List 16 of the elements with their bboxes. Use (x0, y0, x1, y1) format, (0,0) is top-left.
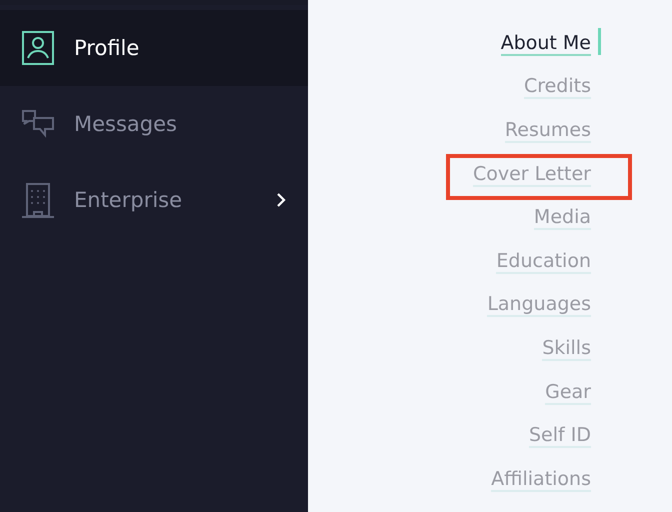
section-link[interactable]: Skills (542, 336, 591, 361)
section-link[interactable]: Self ID (529, 424, 591, 448)
section-link[interactable]: Education (496, 250, 591, 274)
section-link[interactable]: Gear (545, 380, 591, 405)
section-link[interactable]: Credits (524, 75, 591, 100)
section-link[interactable]: Resumes (504, 118, 591, 143)
section-link[interactable]: Cover Letter (472, 162, 591, 187)
section-link[interactable]: Affiliations (491, 468, 591, 492)
sidebar-item[interactable]: Enterprise (0, 162, 308, 238)
section-link[interactable]: Media (534, 206, 591, 230)
building-icon (20, 182, 56, 218)
section-link[interactable]: Languages (487, 293, 591, 318)
profile-icon (22, 31, 54, 65)
section-link[interactable]: About Me (500, 32, 591, 56)
sidebar-item[interactable]: Profile (0, 10, 308, 86)
sidebar-item[interactable]: Messages (0, 86, 308, 162)
